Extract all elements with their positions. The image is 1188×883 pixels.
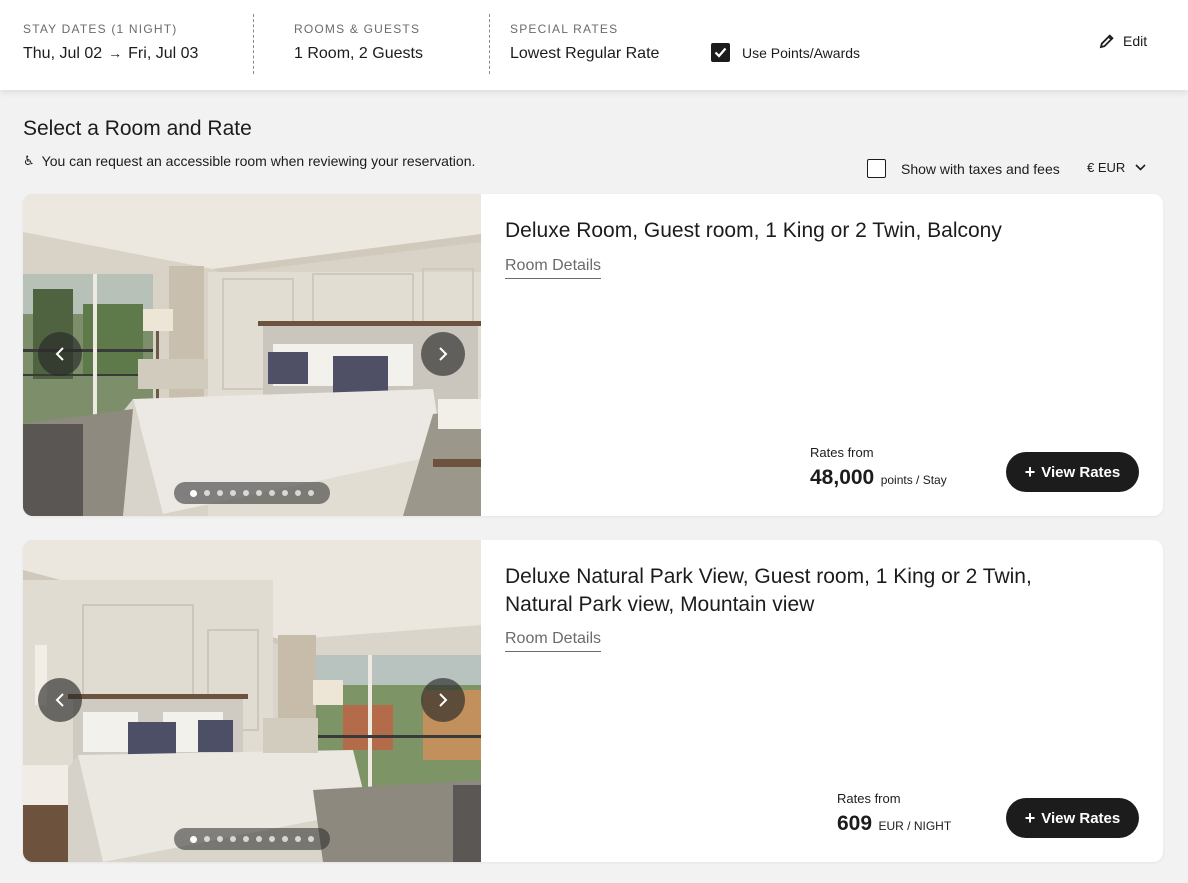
rate-amount: 609 EUR / NIGHT (837, 812, 951, 836)
edit-label: Edit (1123, 33, 1148, 49)
rates-summary: Rates from 609 EUR / NIGHT (837, 791, 951, 836)
room-details-link[interactable]: Room Details (505, 630, 602, 652)
room-photo (23, 540, 481, 862)
room-card: Deluxe Room, Guest room, 1 King or 2 Twi… (23, 194, 1163, 516)
carousel-dot[interactable] (256, 836, 262, 842)
rate-price: 609 (837, 812, 873, 835)
accessible-note-text: You can request an accessible room when … (41, 153, 476, 169)
chevron-down-icon (1135, 164, 1146, 171)
carousel-indicator (174, 828, 330, 850)
edit-button[interactable]: Edit (1099, 33, 1147, 49)
carousel-dot[interactable] (269, 836, 275, 842)
view-rates-label: View Rates (1041, 809, 1121, 827)
room-photo-carousel[interactable] (23, 194, 481, 516)
carousel-dot[interactable] (190, 835, 197, 843)
divider (253, 14, 254, 74)
special-rates-label: SPECIAL RATES (510, 22, 619, 36)
carousel-prev-button[interactable] (38, 678, 82, 722)
rate-price: 48,000 (810, 466, 875, 489)
view-rates-label: View Rates (1041, 463, 1121, 481)
currency-selector[interactable]: € EUR (1087, 160, 1146, 175)
carousel-dot[interactable] (217, 490, 223, 496)
currency-value: € EUR (1087, 160, 1126, 175)
view-rates-button[interactable]: + View Rates (1006, 798, 1139, 838)
room-card: Deluxe Natural Park View, Guest room, 1 … (23, 540, 1163, 862)
carousel-next-button[interactable] (421, 332, 465, 376)
rates-summary: Rates from 48,000 points / Stay (810, 445, 947, 490)
carousel-dot[interactable] (269, 490, 275, 496)
checkbox-box[interactable] (867, 159, 886, 178)
carousel-indicator (174, 482, 330, 504)
carousel-dot[interactable] (230, 836, 236, 842)
carousel-dot[interactable] (204, 490, 210, 496)
carousel-dot[interactable] (308, 836, 314, 842)
view-rates-button[interactable]: + View Rates (1006, 452, 1139, 492)
carousel-prev-button[interactable] (38, 332, 82, 376)
room-title: Deluxe Room, Guest room, 1 King or 2 Twi… (505, 219, 1002, 242)
room-photo (23, 194, 481, 516)
stay-dates-value: Thu, Jul 02 → Fri, Jul 03 (23, 45, 198, 63)
carousel-dot[interactable] (230, 490, 236, 496)
plus-icon: + (1024, 807, 1036, 828)
rate-unit: EUR / NIGHT (878, 819, 952, 833)
rooms-guests-section[interactable]: ROOMS & GUESTS 1 Room, 2 Guests (294, 22, 423, 63)
room-photo-carousel[interactable] (23, 540, 481, 862)
carousel-dot[interactable] (295, 836, 301, 842)
carousel-dot[interactable] (282, 836, 288, 842)
carousel-dot[interactable] (282, 490, 288, 496)
special-rates-value: Lowest Regular Rate (510, 45, 660, 62)
stay-dates-label: STAY DATES (1 NIGHT) (23, 22, 178, 36)
search-summary-bar: STAY DATES (1 NIGHT) Thu, Jul 02 → Fri, Ju… (0, 0, 1188, 90)
carousel-dot[interactable] (243, 836, 249, 842)
rooms-guests-value: 1 Room, 2 Guests (294, 45, 423, 62)
stay-dates-section[interactable]: STAY DATES (1 NIGHT) Thu, Jul 02 → Fri, Ju… (23, 22, 198, 63)
rates-from-label: Rates from (837, 791, 901, 806)
check-out-date: Fri, Jul 03 (128, 45, 199, 62)
check-in-date: Thu, Jul 02 (23, 45, 103, 62)
carousel-dot[interactable] (308, 490, 314, 496)
plus-icon: + (1024, 461, 1036, 482)
rooms-guests-label: ROOMS & GUESTS (294, 22, 421, 36)
carousel-dot[interactable] (217, 836, 223, 842)
divider (489, 14, 490, 74)
special-rates-section[interactable]: SPECIAL RATES Lowest Regular Rate (510, 22, 659, 63)
show-taxes-label: Show with taxes and fees (901, 160, 1060, 177)
pencil-icon (1099, 34, 1114, 49)
rate-unit: points / Stay (880, 473, 947, 487)
carousel-dot[interactable] (190, 489, 197, 497)
room-details-link[interactable]: Room Details (505, 257, 602, 279)
show-taxes-checkbox[interactable]: Show with taxes and fees (867, 159, 1060, 178)
rates-from-label: Rates from (810, 445, 874, 460)
check-icon[interactable] (711, 43, 730, 62)
chevron-left-icon (55, 347, 64, 361)
page-title: Select a Room and Rate (23, 117, 252, 140)
chevron-right-icon (439, 347, 448, 361)
room-title: Deluxe Natural Park View, Guest room, 1 … (505, 565, 1032, 616)
carousel-dot[interactable] (256, 490, 262, 496)
chevron-left-icon (55, 693, 64, 707)
rate-amount: 48,000 points / Stay (810, 466, 947, 490)
wheelchair-icon: ♿ (23, 153, 35, 168)
use-points-label: Use Points/Awards (742, 44, 861, 61)
chevron-right-icon (439, 693, 448, 707)
arrow-right-icon: → (108, 45, 123, 61)
carousel-next-button[interactable] (421, 678, 465, 722)
use-points-checkbox[interactable]: Use Points/Awards (711, 43, 860, 62)
accessible-room-note: ♿ You can request an accessible room whe… (23, 153, 475, 169)
carousel-dot[interactable] (204, 836, 210, 842)
carousel-dot[interactable] (243, 490, 249, 496)
carousel-dot[interactable] (295, 490, 301, 496)
